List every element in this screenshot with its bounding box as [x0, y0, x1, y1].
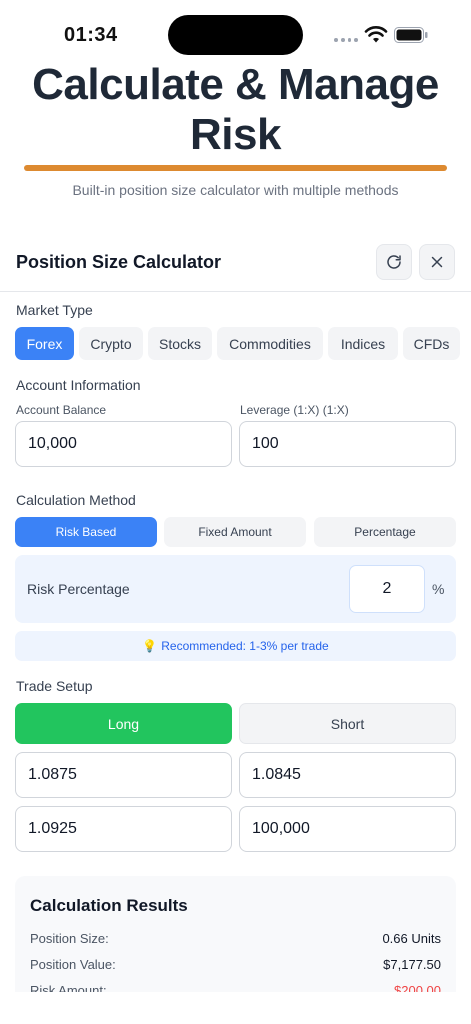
- cellular-signal-icon: [334, 38, 358, 42]
- trade-setup-label: Trade Setup: [16, 678, 93, 694]
- account-info-label: Account Information: [16, 377, 141, 393]
- account-balance-label: Account Balance: [16, 403, 107, 417]
- market-tab-cfds[interactable]: CFDs: [403, 327, 460, 360]
- method-tab-fixed-amount[interactable]: Fixed Amount: [164, 517, 306, 547]
- lightbulb-icon: 💡: [142, 639, 158, 653]
- recommendation-text: Recommended: 1-3% per trade: [161, 639, 329, 653]
- result-value: $7,177.50: [383, 957, 441, 972]
- result-label: Position Size:: [30, 931, 109, 946]
- method-tab-percentage[interactable]: Percentage: [314, 517, 456, 547]
- dynamic-island: [168, 15, 303, 55]
- result-row-position-value: Position Value: $7,177.50: [30, 957, 441, 975]
- take-profit-input[interactable]: 1.0925: [15, 806, 232, 852]
- calculation-method-label: Calculation Method: [16, 492, 136, 508]
- hero-underline: [24, 165, 447, 171]
- method-tab-risk-based[interactable]: Risk Based: [15, 517, 157, 547]
- hero-title-line-2: Risk: [190, 110, 281, 159]
- calculator-title: Position Size Calculator: [16, 252, 222, 272]
- market-tab-crypto[interactable]: Crypto: [79, 327, 143, 360]
- status-time: 01:34: [64, 24, 118, 46]
- stop-loss-input[interactable]: 1.0845: [239, 752, 456, 798]
- refresh-icon: [387, 255, 401, 269]
- hero-subtitle: Built-in position size calculator with m…: [72, 182, 399, 198]
- account-balance-input[interactable]: 10,000: [15, 421, 232, 467]
- leverage-label: Leverage (1:X) (1:X): [240, 403, 349, 417]
- result-row-position-size: Position Size: 0.66 Units: [30, 931, 441, 949]
- market-type-label: Market Type: [16, 302, 93, 318]
- battery-icon: [394, 27, 428, 43]
- close-button[interactable]: [419, 244, 455, 280]
- risk-percentage-panel: Risk Percentage 2 %: [15, 555, 456, 623]
- result-label: Position Value:: [30, 957, 116, 972]
- short-button[interactable]: Short: [239, 703, 456, 744]
- bottom-mask: [0, 992, 471, 1024]
- recommendation-note: 💡 Recommended: 1-3% per trade: [15, 631, 456, 661]
- entry-price-input[interactable]: 1.0875: [15, 752, 232, 798]
- close-icon: [431, 256, 443, 268]
- hero-title: Calculate & Manage Risk: [0, 60, 471, 160]
- market-type-tabs: Forex Crypto Stocks Commodities Indices …: [15, 327, 460, 360]
- leverage-input[interactable]: 100: [239, 421, 456, 467]
- lot-size-input[interactable]: 100,000: [239, 806, 456, 852]
- results-title: Calculation Results: [30, 896, 188, 915]
- reset-button[interactable]: [376, 244, 412, 280]
- risk-percentage-label: Risk Percentage: [27, 581, 130, 597]
- wifi-icon: [364, 26, 388, 43]
- percent-unit: %: [432, 581, 445, 597]
- hero-title-line-1: Calculate & Manage: [32, 60, 439, 109]
- long-button[interactable]: Long: [15, 703, 232, 744]
- risk-percentage-input[interactable]: 2: [349, 565, 425, 613]
- market-tab-forex[interactable]: Forex: [15, 327, 74, 360]
- result-value: 0.66 Units: [382, 931, 441, 946]
- market-tab-commodities[interactable]: Commodities: [217, 327, 323, 360]
- calculator-header: Position Size Calculator: [0, 238, 471, 292]
- market-tab-stocks[interactable]: Stocks: [148, 327, 212, 360]
- status-bar: 01:34: [0, 0, 471, 62]
- market-tab-indices[interactable]: Indices: [328, 327, 398, 360]
